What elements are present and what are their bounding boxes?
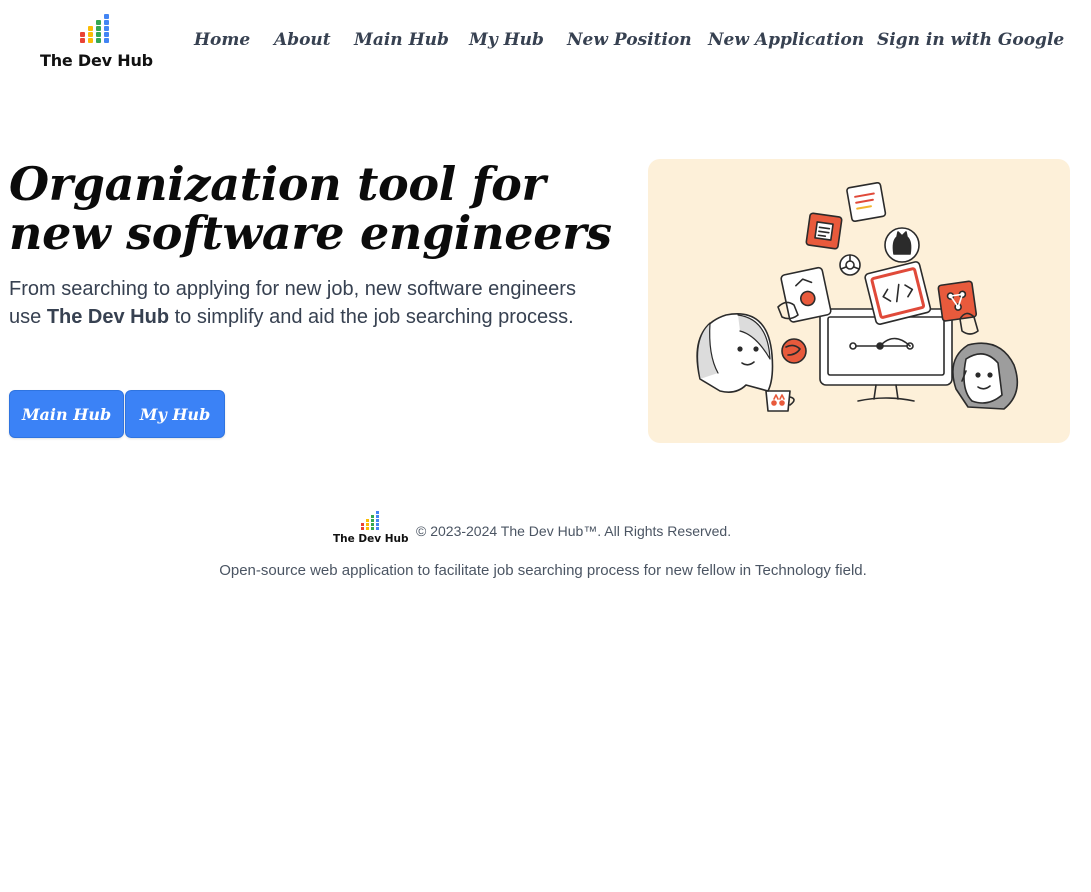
- my-hub-button[interactable]: My Hub: [125, 390, 225, 438]
- person-right-illustration: [952, 342, 1019, 410]
- main-hub-button[interactable]: Main Hub: [9, 390, 124, 438]
- nav-home-link[interactable]: Home: [194, 30, 250, 50]
- sign-in-google-link[interactable]: Sign in with Google: [877, 30, 1064, 50]
- document-icon: [805, 212, 843, 250]
- note-card-icon: [846, 181, 887, 223]
- hero-desc-tail: to simplify and aid the job searching pr…: [169, 306, 574, 328]
- site-header: The Dev Hub Home About Main Hub My Hub N…: [0, 0, 1091, 90]
- nav-new-position-link[interactable]: New Position: [567, 30, 692, 50]
- footer-logo[interactable]: The Dev Hub: [333, 511, 409, 549]
- chrome-icon: [839, 254, 861, 276]
- site-logo[interactable]: The Dev Hub: [38, 10, 156, 70]
- person-left-illustration: [696, 313, 774, 393]
- nav-my-hub-link[interactable]: My Hub: [469, 30, 544, 50]
- github-icon: [884, 227, 920, 263]
- hero-title: Organization tool for new software engin…: [9, 157, 612, 260]
- hero-illustration: [648, 159, 1070, 443]
- mug-icon: [765, 390, 795, 412]
- gitlab-card-icon: [780, 266, 832, 323]
- footer-tagline: Open-source web application to facilitat…: [219, 562, 867, 579]
- footer-logo-text: The Dev Hub: [333, 533, 409, 545]
- globe-icon: [781, 338, 807, 364]
- hero-desc-brand: The Dev Hub: [46, 306, 170, 328]
- nav-about-link[interactable]: About: [274, 30, 331, 50]
- logo-text: The Dev Hub: [40, 51, 153, 70]
- nav-main-hub-link[interactable]: Main Hub: [354, 30, 449, 50]
- nav-new-application-link[interactable]: New Application: [708, 30, 864, 50]
- copyright-text: © 2023-2024 The Dev Hub™. All Rights Res…: [416, 523, 732, 539]
- developers-tools-illustration: [696, 181, 1019, 412]
- footer-logo-bars-icon: [361, 511, 401, 533]
- hero-description: From searching to applying for new job, …: [9, 275, 589, 331]
- logo-bars-icon: [78, 10, 118, 48]
